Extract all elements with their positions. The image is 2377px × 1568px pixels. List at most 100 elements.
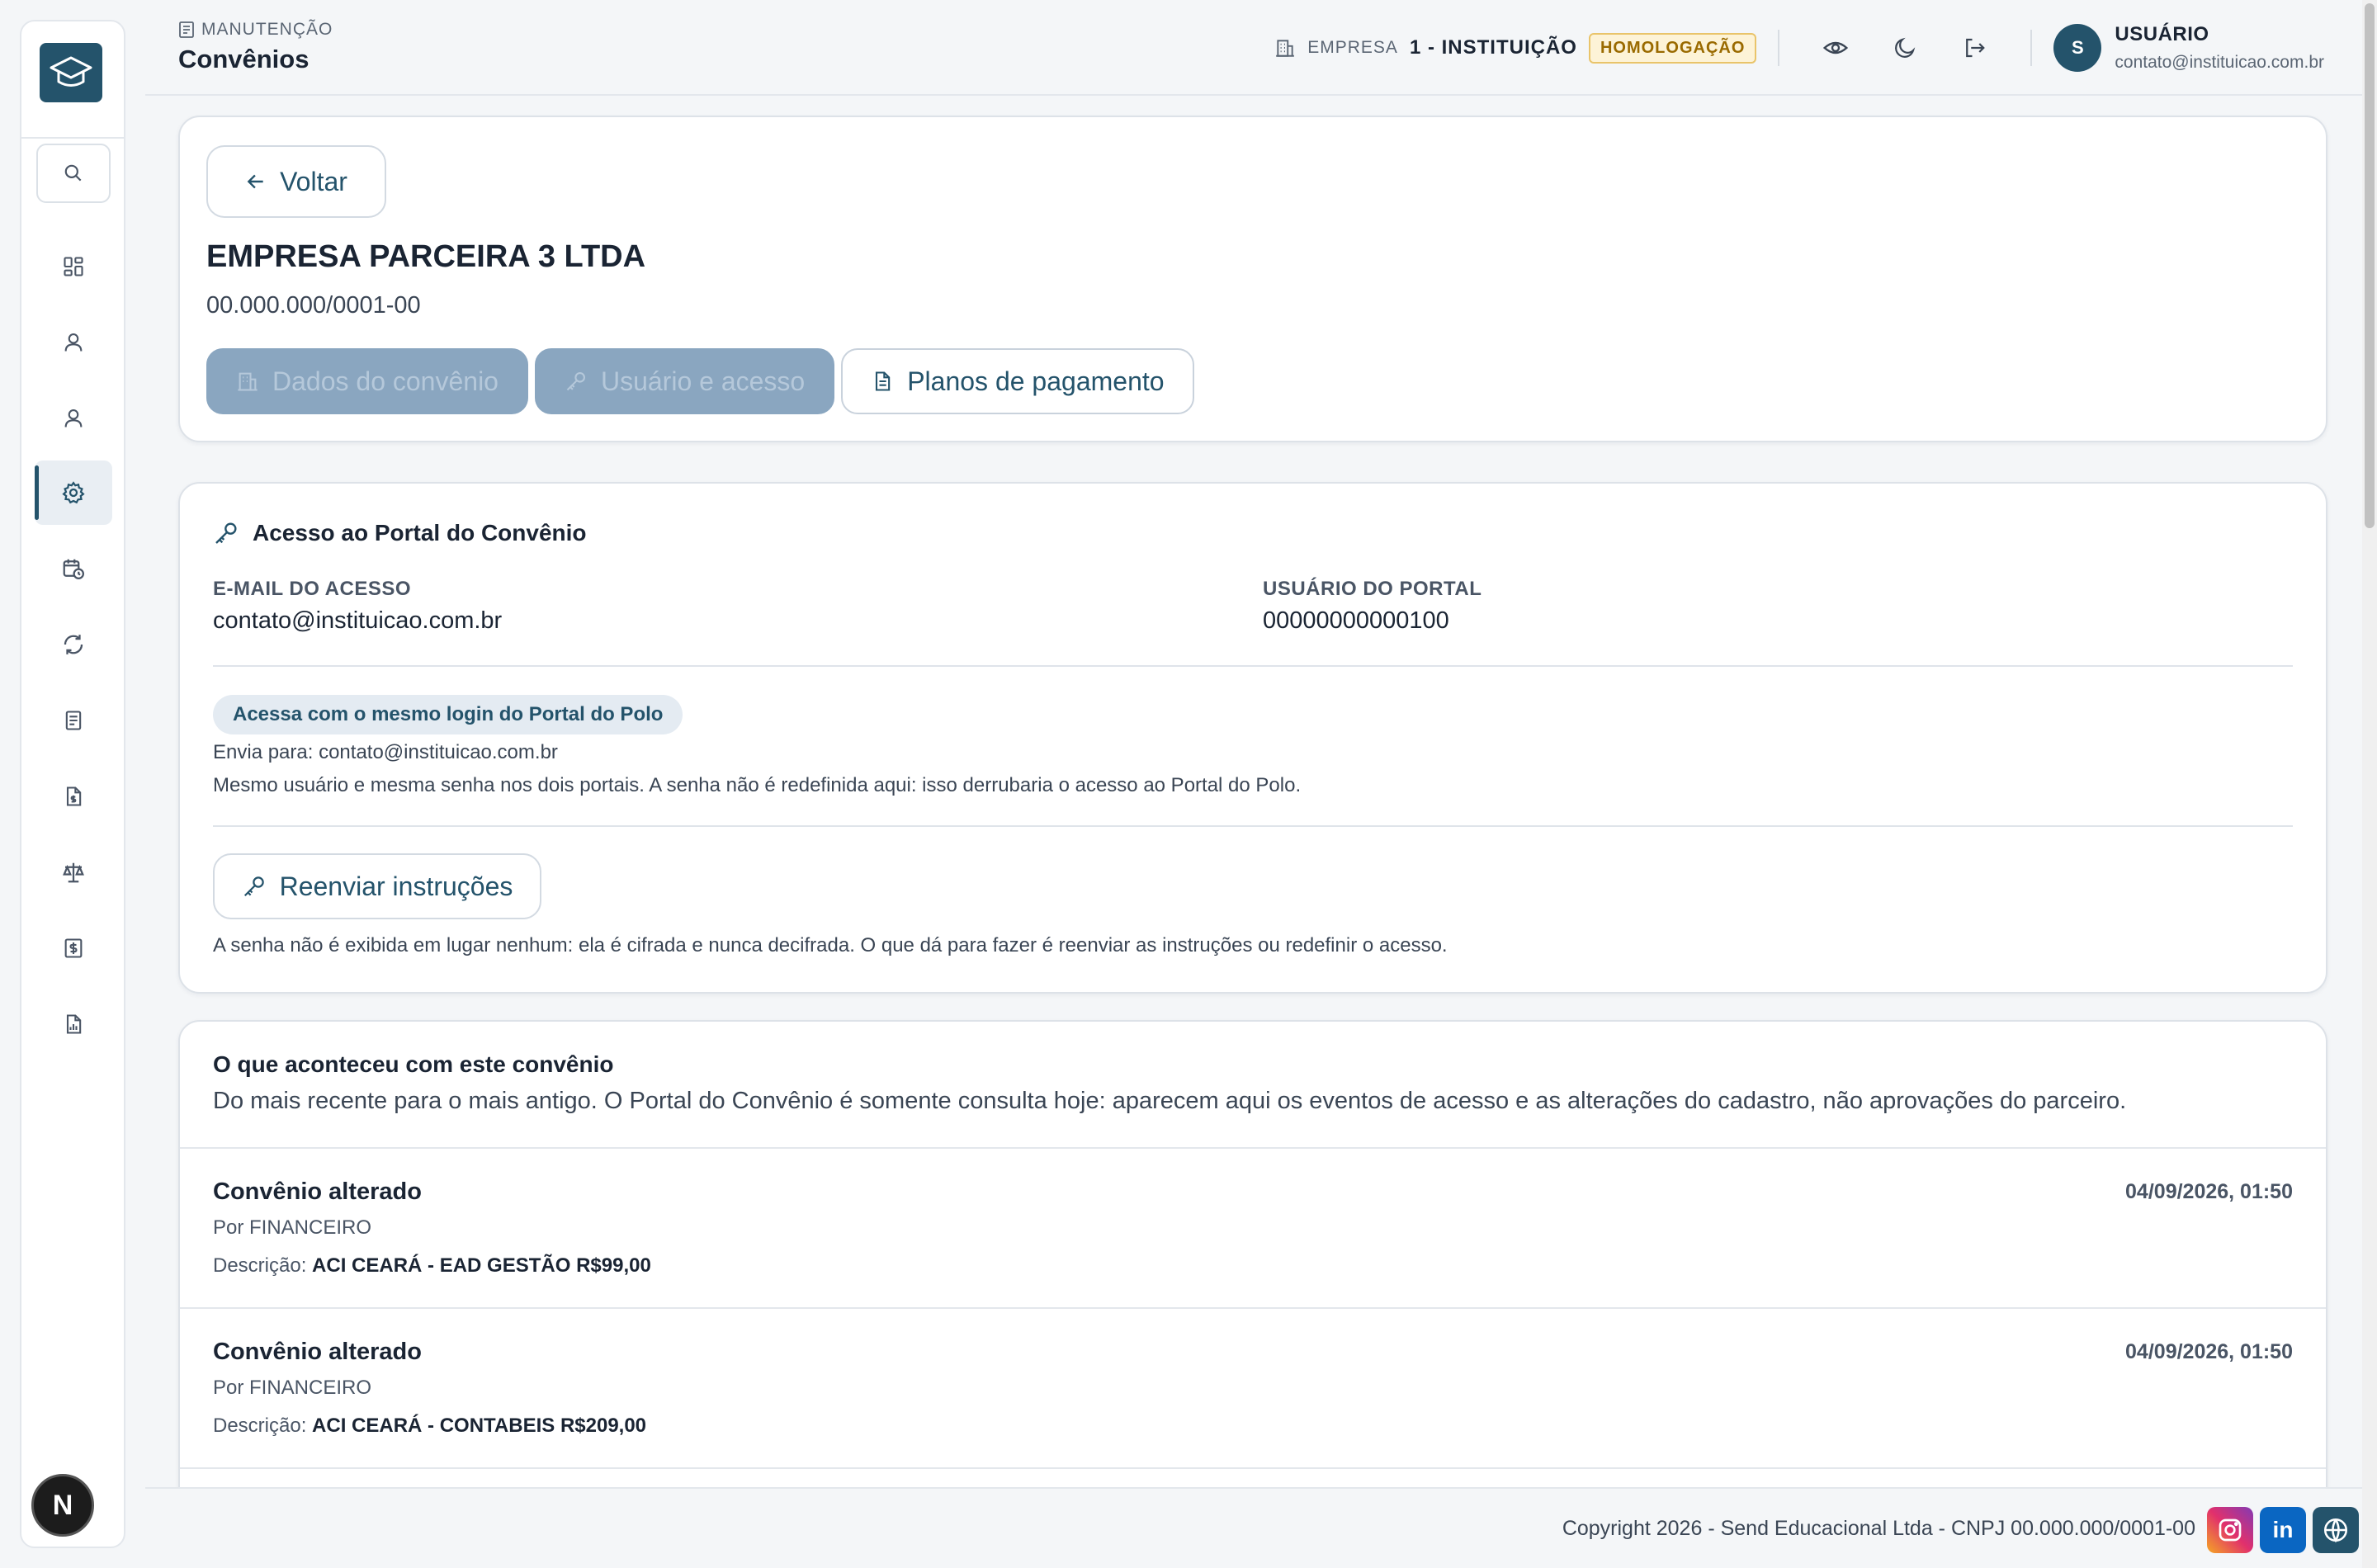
globe-icon [2323,1518,2348,1543]
event-description-value: ACI CEARÁ - CONTABEIS R$209,00 [312,1415,647,1437]
building-icon [1276,40,1295,57]
company-selector[interactable]: EMPRESA 1 - INSTITUIÇÃO HOMOLOGAÇÃO [1274,32,1757,64]
event-description-value: ACI CEARÁ - EAD GESTÃO R$99,00 [312,1254,651,1277]
user-avatar[interactable]: S [2053,24,2102,72]
divider [213,665,2293,667]
divider [2030,30,2033,66]
sidebar-item-maintenance[interactable] [35,460,112,525]
portal-user-label: USUÁRIO DO PORTAL [1263,578,1482,600]
key-icon [243,876,264,897]
company-label: EMPRESA [1307,38,1398,57]
calendar-clock-icon [63,559,84,579]
history-card: O que aconteceu com este convênio Do mai… [178,1020,2327,1532]
back-button-label: Voltar [280,166,347,196]
sidebar-item-finance[interactable] [35,764,112,829]
page-scrollbar[interactable] [2362,0,2377,1568]
document-list-icon [65,711,82,730]
event-title: Convênio alterado [213,1178,422,1205]
sidebar-item-dashboard[interactable] [35,234,112,299]
same-login-badge: Acessa com o mesmo login do Portal do Po… [213,695,683,734]
dark-mode-button[interactable] [1870,23,1940,73]
sidebar-item-users[interactable] [35,310,112,375]
sidebar-item-schedule[interactable] [35,536,112,601]
key-icon [566,372,585,391]
eye-icon [1823,41,1849,54]
user-alt-icon [64,409,83,427]
divider [180,1467,2326,1469]
tab-label: Planos de pagamento [907,366,1165,396]
access-title: Acesso ao Portal do Convênio [253,520,587,545]
agreement-cnpj: 00.000.000/0001-00 [206,292,421,319]
footer: Copyright 2026 - Send Educacional Ltda -… [145,1487,2362,1568]
website-link[interactable] [2313,1507,2359,1553]
history-title: O que aconteceu com este convênio [213,1051,614,1077]
user-email: contato@instituicao.com.br [2115,53,2324,72]
portal-user-value: 00000000000100 [1263,607,1449,634]
logo-graduation-cap-icon[interactable] [40,43,102,102]
sidebar-item-sync[interactable] [35,612,112,677]
top-bar: MANUTENÇÃO Convênios EMPRESA 1 - INSTITU… [145,0,2362,96]
user-info[interactable]: USUÁRIO contato@instituicao.com.br [2115,23,2324,73]
divider [1778,30,1780,66]
logout-button[interactable] [1940,23,2009,73]
scrollbar-thumb[interactable] [2365,3,2375,528]
logout-icon [1966,38,1986,58]
event-title: Convênio alterado [213,1339,422,1365]
resend-instructions-button[interactable]: Reenviar instruções [213,853,541,919]
history-subtitle: Do mais recente para o mais antigo. O Po… [213,1088,2127,1114]
linkedin-link[interactable]: in [2260,1507,2306,1553]
divider [180,1147,2326,1149]
sidebar-item-documents[interactable] [35,688,112,753]
settings-icon [62,481,85,504]
key-icon [215,522,237,544]
event-description: Descrição: ACI CEARÁ - EAD GESTÃO R$99,0… [213,1254,651,1278]
agreement-company-name: EMPRESA PARCEIRA 3 LTDA [206,239,646,274]
scale-icon [63,862,84,883]
sidebar-item-billing[interactable] [35,916,112,980]
divider [180,1307,2326,1309]
event-author: Por FINANCEIRO [213,1216,372,1239]
access-email-label: E-MAIL DO ACESSO [213,578,412,600]
tab-label: Dados do convênio [272,366,499,396]
tab-payment-plans[interactable]: Planos de pagamento [841,348,1194,414]
breadcrumb: MANUTENÇÃO [178,20,333,40]
user-icon [64,333,83,352]
sidebar-item-reports[interactable] [35,992,112,1056]
document-icon [179,21,194,38]
same-login-note: Mesmo usuário e mesma senha nos dois por… [213,774,1302,796]
bottom-avatar[interactable]: N [31,1474,94,1537]
building-icon [238,372,258,391]
top-bar-actions: EMPRESA 1 - INSTITUIÇÃO HOMOLOGAÇÃO S US… [1274,0,2362,96]
event-description-label: Descrição: [213,1254,307,1277]
moon-icon [1895,37,1916,58]
file-money-icon [66,786,82,806]
tab-user-access[interactable]: Usuário e acesso [534,348,835,414]
copyright-text: Copyright 2026 - Send Educacional Ltda -… [1562,1517,2195,1540]
sidebar-search-button[interactable] [36,144,111,203]
agreement-header-card: Voltar EMPRESA PARCEIRA 3 LTDA 00.000.00… [178,116,2327,442]
tab-label: Usuário e acesso [600,366,806,396]
portal-access-card: Acesso ao Portal do Convênio E-MAIL DO A… [178,482,2327,994]
user-name: USUÁRIO [2115,23,2209,45]
event-date: 04/09/2026, 01:50 [2125,1340,2293,1363]
view-toggle-button[interactable] [1801,23,1870,73]
divider [213,825,2293,827]
company-name: 1 - INSTITUIÇÃO [1409,36,1577,59]
sidebar-item-legal[interactable] [35,840,112,904]
sidebar-item-people[interactable] [35,386,112,451]
sidebar-divider [21,137,124,139]
file-text-icon [876,371,891,391]
breadcrumb-label: MANUTENÇÃO [201,20,333,39]
event-description-label: Descrição: [213,1415,307,1437]
back-button[interactable]: Voltar [206,145,386,218]
page-title: Convênios [178,45,310,73]
tab-agreement-data[interactable]: Dados do convênio [206,348,528,414]
linkedin-icon: in [2272,1517,2294,1542]
arrow-left-icon [247,174,263,189]
event-author: Por FINANCEIRO [213,1377,372,1399]
refresh-icon [64,635,83,654]
access-email-value: contato@instituicao.com.br [213,607,503,634]
password-note: A senha não é exibida em lugar nenhum: e… [213,934,1448,956]
sends-to-text: Envia para: contato@instituicao.com.br [213,741,558,763]
instagram-link[interactable] [2207,1507,2253,1553]
